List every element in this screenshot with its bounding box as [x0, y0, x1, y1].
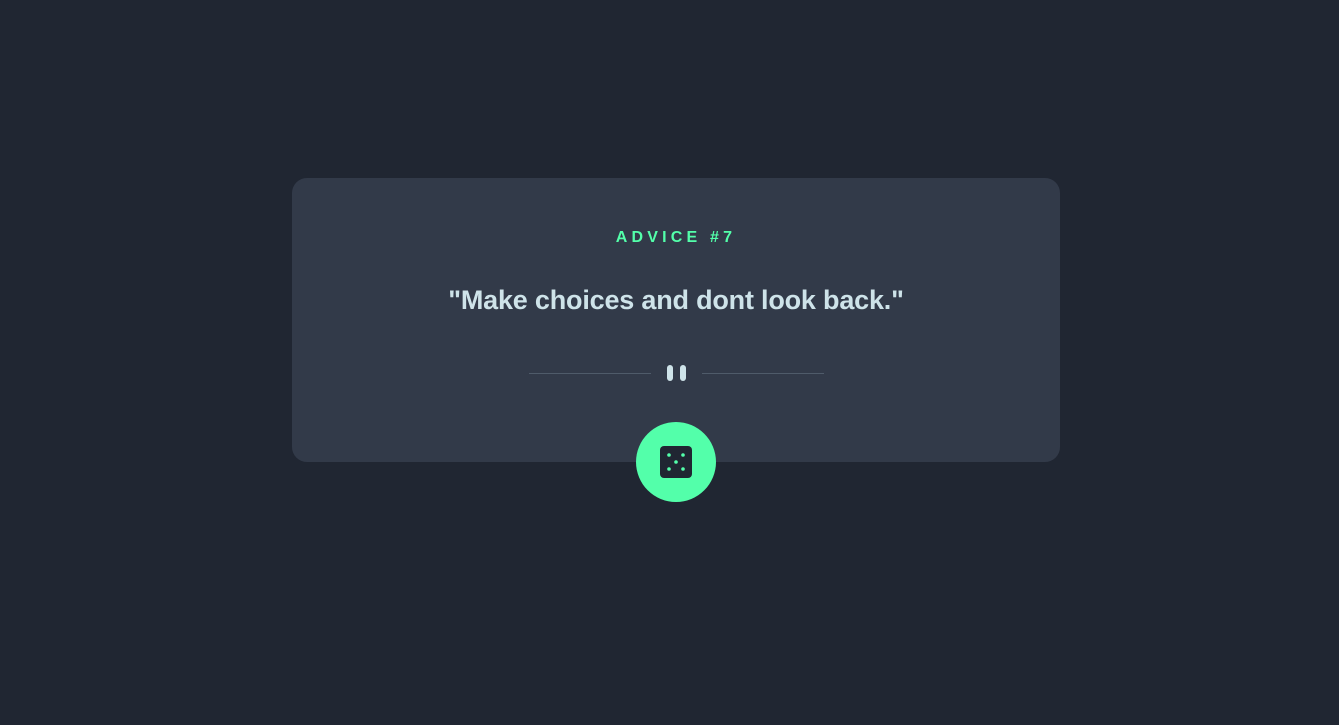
advice-card: ADVICE #7 "Make choices and dont look ba… [292, 178, 1060, 462]
divider-line-right [702, 373, 824, 374]
advice-number: ADVICE #7 [615, 229, 737, 246]
page: ADVICE #7 "Make choices and dont look ba… [0, 0, 1339, 725]
pause-bar-left [667, 365, 673, 381]
advice-quote: "Make choices and dont look back." [448, 285, 904, 315]
dice-icon [660, 446, 692, 478]
new-advice-button[interactable] [636, 422, 716, 502]
pause-bar-right [680, 365, 686, 381]
divider-line-left [529, 373, 651, 374]
pause-icon [667, 365, 687, 381]
divider [529, 365, 824, 383]
